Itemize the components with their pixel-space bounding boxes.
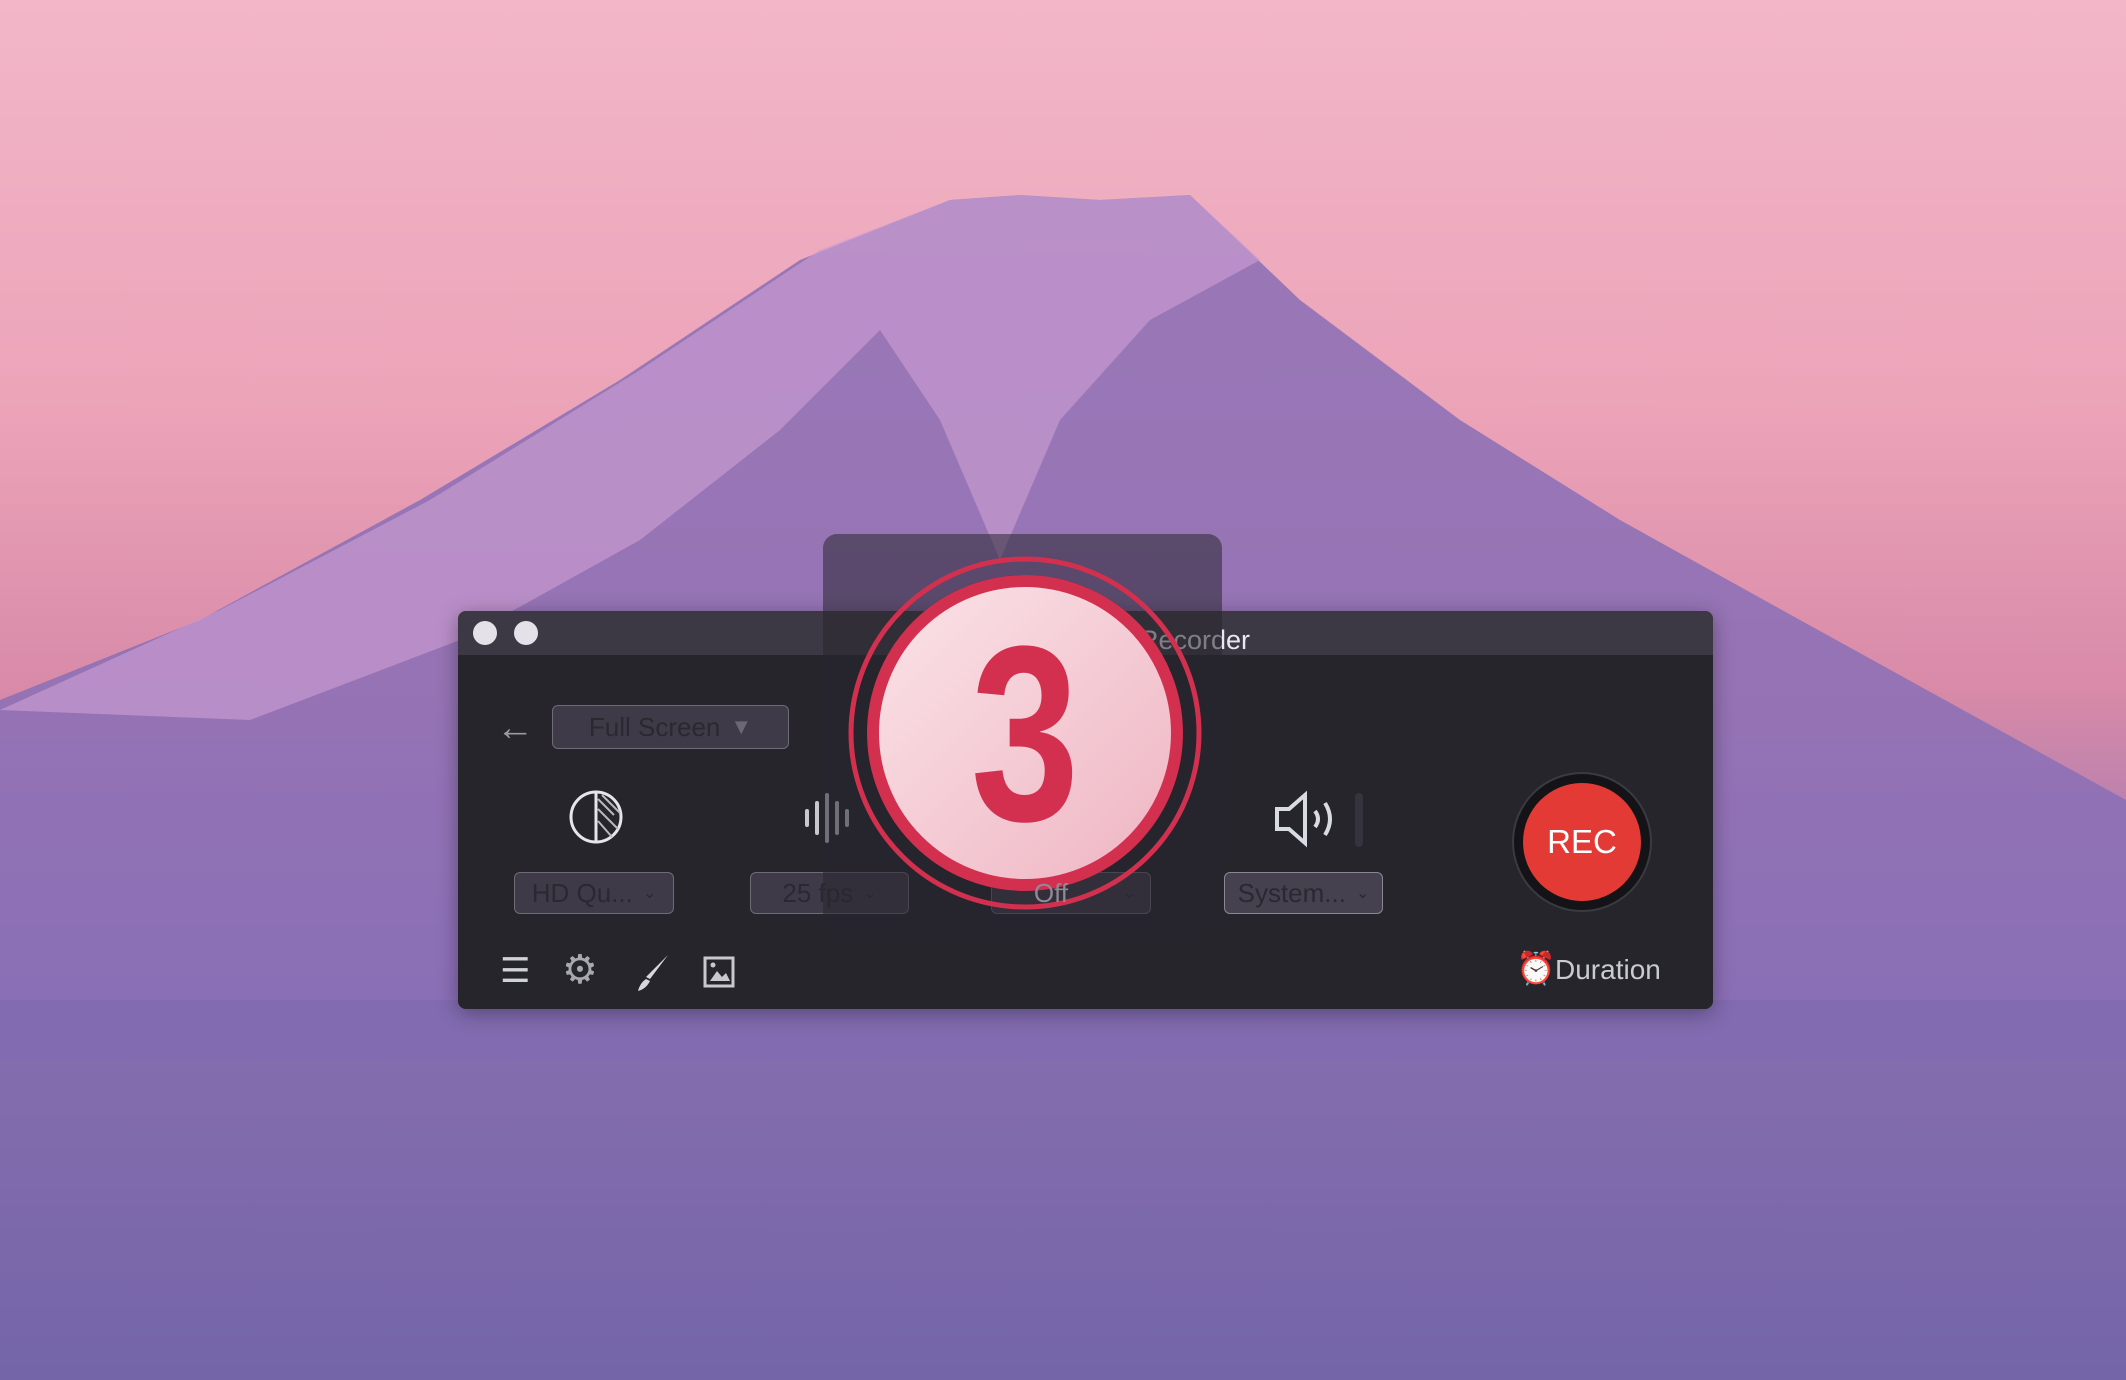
system-audio-dropdown[interactable]: System... ⌄ (1224, 872, 1383, 914)
quality-dropdown[interactable]: HD Qu... ⌄ (514, 872, 674, 914)
brush-icon[interactable] (636, 953, 672, 993)
capture-mode-dropdown[interactable]: Full Screen ▼ (552, 705, 789, 749)
record-label: REC (1523, 783, 1641, 901)
record-button[interactable]: REC (1512, 772, 1652, 912)
display-contrast-icon (569, 790, 623, 844)
quality-value: HD Qu... (531, 877, 633, 908)
back-arrow-icon[interactable]: ← (496, 707, 534, 750)
countdown-number: 3 (971, 594, 1079, 874)
alarm-clock-icon: ⏰ (1516, 950, 1556, 986)
volume-meter (1355, 793, 1363, 847)
speaker-icon[interactable] (1271, 789, 1349, 849)
image-icon[interactable] (702, 955, 736, 989)
capture-mode-value: Full Screen (588, 711, 721, 742)
countdown-badge: 3 (848, 556, 1202, 910)
gear-icon[interactable]: ⚙ (562, 947, 598, 993)
microphone-value[interactable]: Off (991, 872, 1111, 914)
list-icon[interactable]: ☰ (500, 951, 530, 991)
close-button[interactable] (473, 621, 497, 645)
system-audio-value: System... (1237, 877, 1346, 908)
minimize-button[interactable] (514, 621, 538, 645)
chevron-down-icon: ⌄ (642, 885, 657, 902)
duration-label[interactable]: Duration (1555, 954, 1661, 986)
chevron-down-icon: ⌄ (1355, 885, 1370, 902)
triangle-down-icon: ▼ (730, 714, 753, 739)
